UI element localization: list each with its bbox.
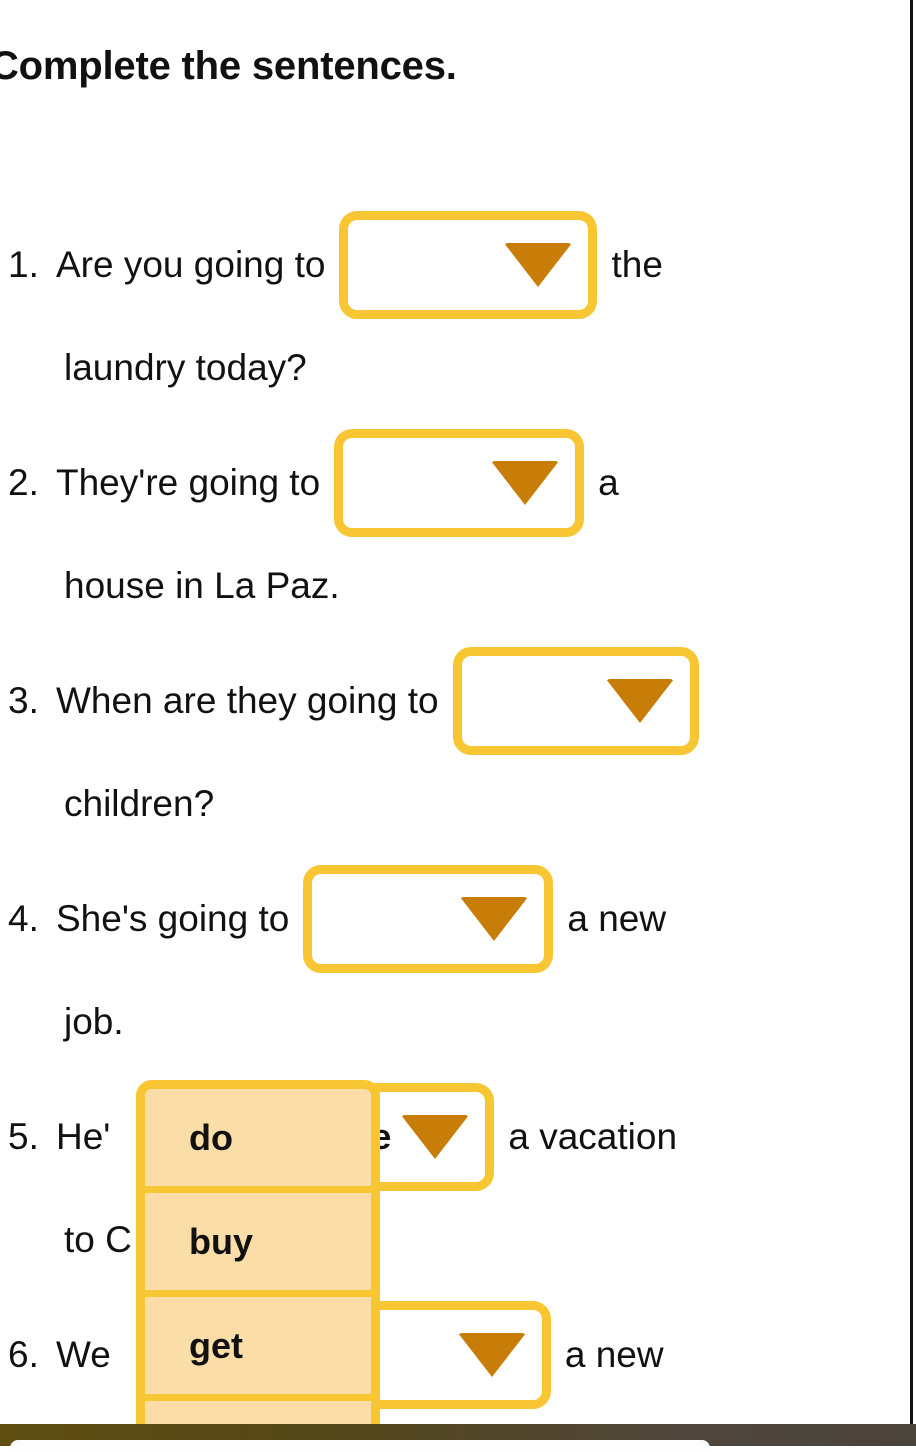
question-1-select[interactable] xyxy=(339,211,598,319)
question-5-pre-text: He' xyxy=(56,1116,111,1157)
dropdown-option-partial[interactable] xyxy=(145,1401,371,1424)
bottom-bar-handle xyxy=(10,1440,710,1452)
question-1-second-line: laundry today? xyxy=(64,347,307,388)
dropdown-option-do[interactable]: do xyxy=(145,1089,371,1193)
question-3-line-1: 3. When are they going to xyxy=(0,646,713,756)
question-3-select[interactable] xyxy=(452,647,699,755)
chevron-down-triangle-icon xyxy=(401,1115,470,1159)
system-bottom-bar xyxy=(0,1424,916,1452)
dropdown-option-buy[interactable]: buy xyxy=(145,1193,371,1297)
question-2-line-1: 2. They're going to a xyxy=(0,428,619,538)
question-4-post-text: a new xyxy=(567,898,667,939)
worksheet-page: Complete the sentences. 1. Are you going… xyxy=(0,0,913,1424)
question-5-line-2: to C xyxy=(0,1200,132,1280)
question-item-2: 2. They're going to a house in La Paz. xyxy=(0,428,913,646)
page-right-edge xyxy=(910,0,913,1424)
question-4-line-1: 4. She's going to a new xyxy=(0,864,666,974)
question-item-1: 1. Are you going to the laundry today? xyxy=(0,210,913,428)
question-6-number: 6. xyxy=(8,1334,39,1375)
question-4-select[interactable] xyxy=(303,865,554,973)
question-item-3: 3. When are they going to children? xyxy=(0,646,913,864)
question-6-post-text: a new xyxy=(564,1334,664,1375)
page-title: Complete the sentences. xyxy=(0,44,457,88)
question-6-pre-text: We xyxy=(56,1334,111,1375)
question-4-second-line: job. xyxy=(64,1001,124,1042)
question-1-line-2: laundry today? xyxy=(0,328,307,408)
question-5-number: 5. xyxy=(8,1116,39,1157)
question-5-post-text: a vacation xyxy=(508,1116,678,1157)
question-2-second-line: house in La Paz. xyxy=(64,565,340,606)
question-1-line-1: 1. Are you going to the xyxy=(0,210,663,320)
question-2-line-2: house in La Paz. xyxy=(0,546,340,626)
question-4-number: 4. xyxy=(8,898,39,939)
question-3-line-2: children? xyxy=(0,764,214,844)
chevron-down-triangle-icon xyxy=(491,461,560,505)
chevron-down-triangle-icon xyxy=(504,243,573,287)
question-1-post-text: the xyxy=(611,244,663,285)
question-3-second-line: children? xyxy=(64,783,215,824)
question-2-select[interactable] xyxy=(334,429,585,537)
question-3-pre-text: When are they going to xyxy=(56,680,439,721)
dropdown-option-get[interactable]: get xyxy=(145,1297,371,1401)
question-2-pre-text: They're going to xyxy=(56,462,321,503)
question-1-pre-text: Are you going to xyxy=(56,244,326,285)
question-5-second-line: to C xyxy=(64,1219,132,1260)
chevron-down-triangle-icon xyxy=(457,1333,526,1377)
question-3-number: 3. xyxy=(8,680,39,721)
question-2-number: 2. xyxy=(8,462,39,503)
question-2-post-text: a xyxy=(598,462,619,503)
chevron-down-triangle-icon xyxy=(605,679,674,723)
question-4-pre-text: She's going to xyxy=(56,898,290,939)
question-item-4: 4. She's going to a new job. xyxy=(0,864,913,1082)
chevron-down-triangle-icon xyxy=(460,897,529,941)
question-4-line-2: job. xyxy=(0,982,124,1062)
dropdown-option-list[interactable]: do buy get xyxy=(136,1080,380,1424)
question-1-number: 1. xyxy=(8,244,39,285)
